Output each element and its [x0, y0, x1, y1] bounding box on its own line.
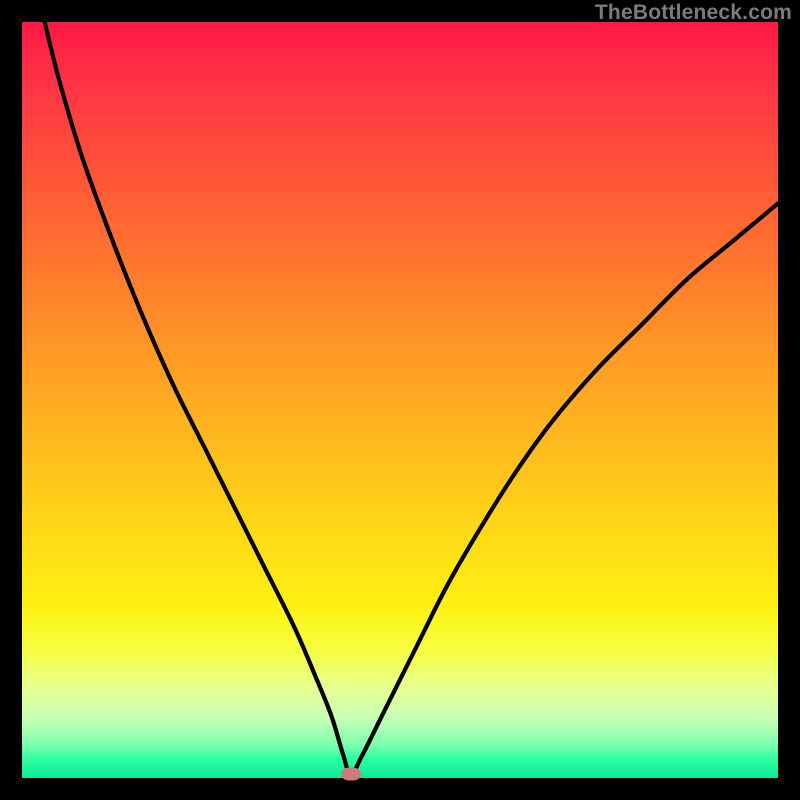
chart-frame: TheBottleneck.com — [0, 0, 800, 800]
optimal-point-marker — [341, 768, 361, 781]
plot-area — [22, 22, 778, 778]
bottleneck-curve — [22, 22, 778, 778]
